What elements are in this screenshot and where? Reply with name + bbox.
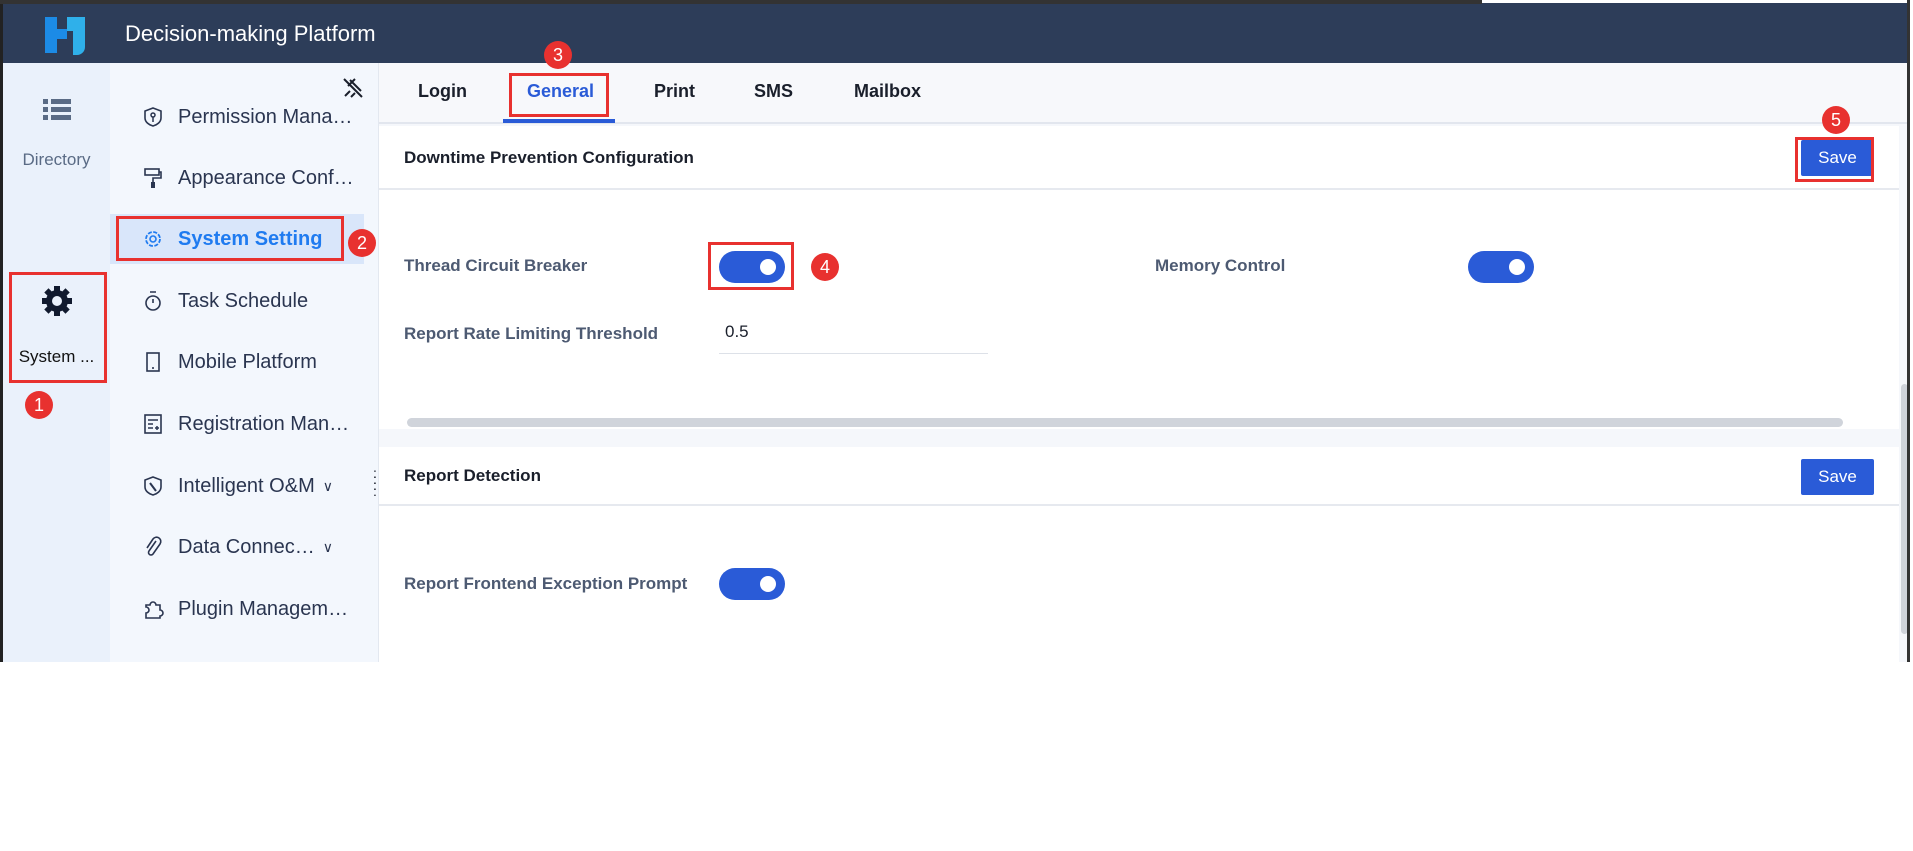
- submenu-item-appearance[interactable]: Appearance Conf…: [110, 153, 364, 203]
- submenu-label: Appearance Conf…: [178, 166, 354, 189]
- annotation-badge-2: 2: [348, 229, 376, 257]
- annotation-badge-4: 4: [811, 253, 839, 281]
- wrench-icon: [144, 476, 162, 496]
- rail-item-system[interactable]: System ...: [3, 285, 110, 367]
- section-header: Report Detection Save: [379, 447, 1899, 506]
- chevron-down-icon[interactable]: ∨: [323, 539, 333, 556]
- tab-print[interactable]: Print: [654, 81, 695, 102]
- stopwatch-icon: [145, 291, 161, 311]
- submenu-item-plugin[interactable]: Plugin Managem…: [110, 584, 364, 634]
- gear-icon: [145, 231, 161, 247]
- frontend-exception-prompt-label: Report Frontend Exception Prompt: [404, 574, 688, 593]
- thread-circuit-breaker-label: Thread Circuit Breaker: [404, 256, 588, 275]
- submenu-item-intelligent-om[interactable]: Intelligent O&M ∨: [110, 461, 364, 511]
- gear-icon: [41, 286, 72, 316]
- save-button[interactable]: Save: [1801, 140, 1874, 176]
- rail-label: System ...: [18, 347, 95, 366]
- settings-submenu: Permission Mana… Appearance Conf… System…: [110, 63, 379, 662]
- memory-control-label: Memory Control: [1155, 256, 1286, 275]
- mobile-icon: [146, 352, 160, 372]
- horizontal-scrollbar[interactable]: [407, 418, 1843, 427]
- submenu-label: Task Schedule: [178, 289, 309, 312]
- annotation-badge-1: 1: [25, 391, 53, 419]
- submenu-item-registration[interactable]: Registration Man…: [110, 399, 364, 449]
- memory-control-toggle[interactable]: [1468, 251, 1534, 283]
- frontend-exception-prompt-toggle[interactable]: [719, 568, 785, 600]
- window-top-edge: [0, 0, 1482, 4]
- tab-general[interactable]: General: [527, 81, 594, 102]
- tab-login[interactable]: Login: [418, 81, 467, 102]
- paint-roller-icon: [144, 168, 162, 188]
- tab-mailbox[interactable]: Mailbox: [854, 81, 921, 102]
- top-header: Decision-making Platform: [3, 3, 1907, 63]
- submenu-label: System Setting: [178, 227, 323, 250]
- save-button[interactable]: Save: [1801, 459, 1874, 495]
- app-window: Decision-making Platform Directory Syste…: [0, 0, 1910, 662]
- vertical-scrollbar[interactable]: [1901, 384, 1907, 634]
- registration-icon: [144, 414, 162, 434]
- chevron-down-icon[interactable]: ∨: [323, 478, 333, 495]
- tab-sms[interactable]: SMS: [754, 81, 793, 102]
- rate-limit-label: Report Rate Limiting Threshold: [404, 324, 659, 343]
- main-content: Login General Print SMS Mailbox Downtime…: [379, 63, 1907, 662]
- submenu-label: Data Connec…: [178, 535, 315, 558]
- active-tab-indicator: [503, 119, 615, 123]
- submenu-label: Mobile Platform: [178, 350, 317, 373]
- icon-rail: Directory System ...: [3, 63, 110, 662]
- rail-label: Directory: [22, 150, 91, 169]
- annotation-badge-3: 3: [544, 41, 572, 69]
- submenu-item-task-schedule[interactable]: Task Schedule: [110, 276, 364, 326]
- submenu-item-permission[interactable]: Permission Mana…: [110, 92, 364, 142]
- list-icon: [42, 99, 71, 120]
- thread-circuit-breaker-toggle[interactable]: [719, 251, 785, 283]
- platform-logo: [45, 17, 85, 55]
- app-title: Decision-making Platform: [125, 21, 376, 46]
- submenu-label: Registration Man…: [178, 412, 350, 435]
- shield-key-icon: [144, 107, 162, 127]
- rate-limit-input[interactable]: 0.5: [719, 314, 988, 354]
- paperclip-icon: [146, 536, 162, 556]
- submenu-item-data-connection[interactable]: Data Connec… ∨: [110, 522, 364, 572]
- submenu-label: Permission Mana…: [178, 105, 353, 128]
- tab-bar: Login General Print SMS Mailbox: [379, 63, 1907, 124]
- section-title: Report Detection: [404, 466, 541, 485]
- downtime-prevention-section: Downtime Prevention Configuration Save T…: [379, 126, 1899, 429]
- submenu-label: Intelligent O&M: [178, 474, 315, 497]
- puzzle-icon: [145, 601, 164, 619]
- annotation-badge-5: 5: [1822, 106, 1850, 134]
- submenu-item-system-setting[interactable]: System Setting: [110, 214, 364, 264]
- submenu-item-mobile[interactable]: Mobile Platform: [110, 337, 364, 387]
- section-title: Downtime Prevention Configuration: [404, 148, 694, 167]
- rail-item-directory[interactable]: Directory: [3, 98, 110, 170]
- report-detection-section: Report Detection Save Report Frontend Ex…: [379, 447, 1899, 662]
- submenu-label: Plugin Managem…: [178, 597, 349, 620]
- section-header: Downtime Prevention Configuration Save: [379, 126, 1899, 190]
